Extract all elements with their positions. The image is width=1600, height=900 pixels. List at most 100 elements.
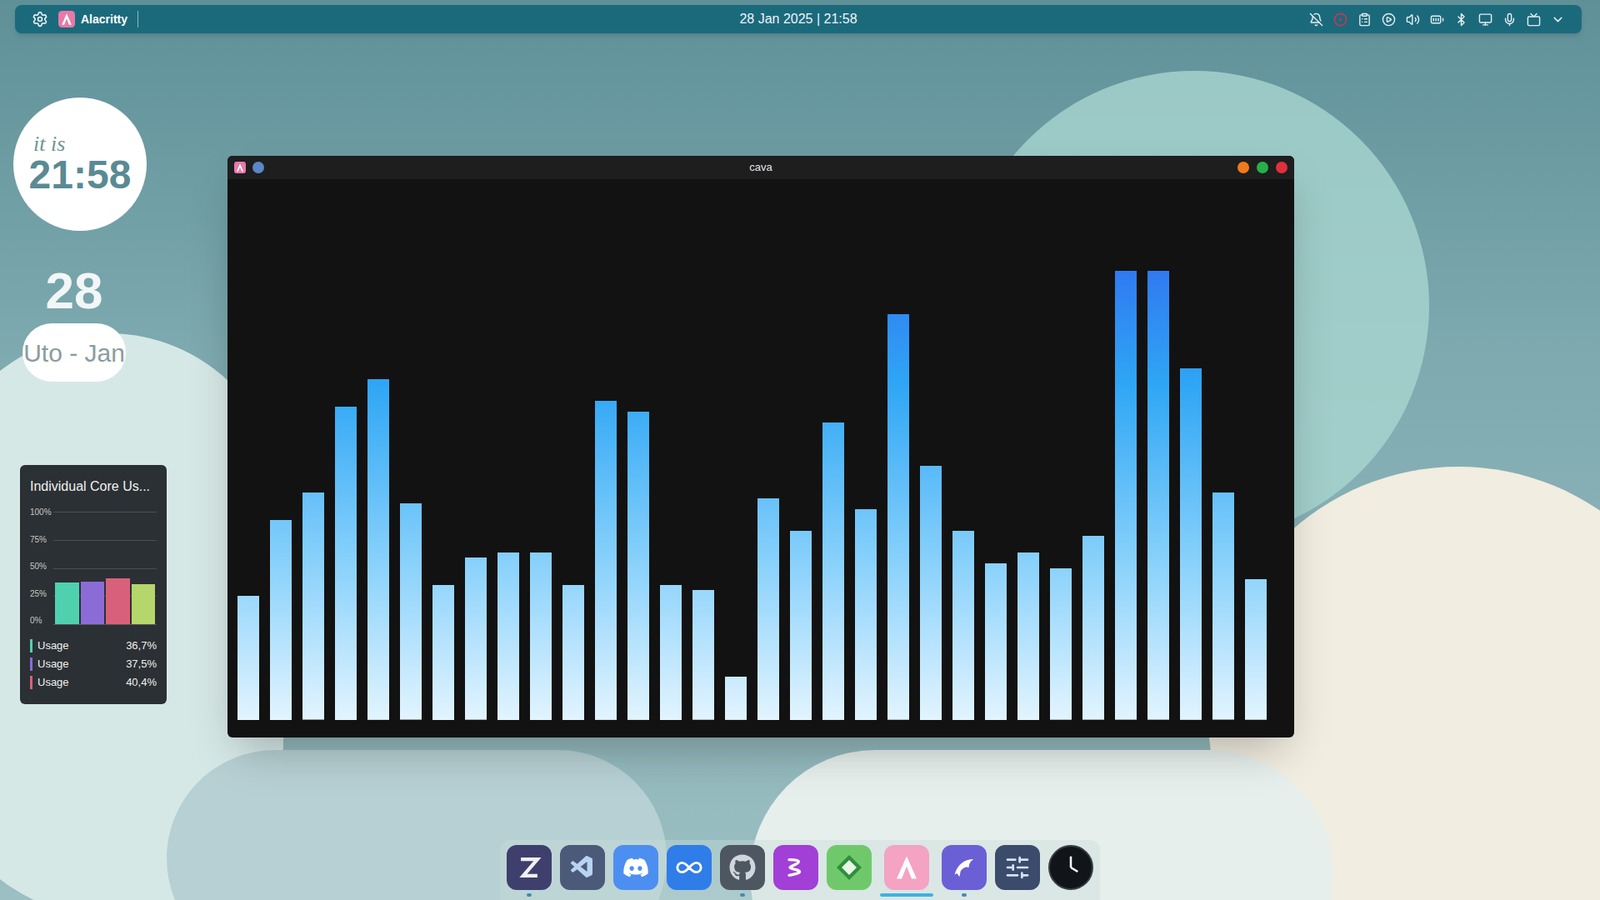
title-bar[interactable]: cava: [227, 155, 1295, 180]
visualizer-bar: [1212, 492, 1235, 720]
visualizer-bar: [790, 530, 812, 720]
core-bar: [105, 578, 130, 625]
notifications-icon[interactable]: [1309, 12, 1324, 27]
clipboard-icon[interactable]: [1357, 12, 1372, 27]
axis-tick: 0%: [30, 616, 54, 625]
datetime[interactable]: 28 Jan 2025 | 21:58: [739, 9, 857, 30]
visualizer-bar: [562, 585, 585, 720]
separator: [137, 10, 139, 28]
visualizer-bar: [432, 585, 455, 720]
dock-item[interactable]: [1048, 845, 1094, 897]
emacs-icon[interactable]: [773, 845, 819, 890]
visualizer-bar: [660, 585, 682, 720]
axis-tick: 25%: [30, 590, 54, 599]
axis-tick: 50%: [30, 562, 54, 571]
battery-icon[interactable]: [1430, 12, 1445, 27]
axis-tick: 100%: [30, 508, 54, 517]
visualizer-bar: [1017, 552, 1040, 720]
pin-icon[interactable]: [252, 161, 265, 174]
running-dot: [961, 893, 967, 897]
active-indicator: [880, 893, 934, 897]
media-icon[interactable]: [1381, 12, 1396, 27]
discord-icon[interactable]: [613, 845, 659, 890]
axis-tick: 75%: [30, 535, 54, 545]
window-title: cava: [749, 159, 772, 176]
visualizer-bar: [530, 552, 552, 720]
running-dot: [740, 893, 745, 897]
vscode-icon[interactable]: [560, 845, 605, 890]
top-bar: Alacritty 28 Jan 2025 | 21:58: [15, 5, 1582, 34]
visualizer-bar: [1050, 568, 1072, 720]
dock-item[interactable]: [506, 845, 552, 897]
visualizer-bar: [757, 498, 780, 720]
minimize-button[interactable]: [1237, 161, 1250, 174]
clock-icon[interactable]: [1048, 845, 1094, 890]
dock-item[interactable]: [826, 845, 872, 897]
core-bar: [55, 582, 80, 625]
settings-icon[interactable]: [31, 10, 49, 28]
visualizer-bar: [985, 563, 1007, 720]
visualizer-bar: [920, 465, 942, 720]
visualizer-bar: [1245, 579, 1267, 720]
dock-item[interactable]: [666, 845, 712, 897]
alacritty-icon: [58, 10, 75, 28]
visualizer-bar: [627, 411, 650, 720]
dock-item[interactable]: [880, 845, 934, 897]
date-pill: Uto - Jan: [22, 323, 126, 382]
display-icon[interactable]: [1478, 12, 1493, 27]
screen-icon[interactable]: [1526, 12, 1541, 27]
core-usage-widget: Individual Core Us... 100% 75% 50% 25% 0% Usag…: [20, 465, 167, 705]
cava-window[interactable]: cava: [227, 155, 1295, 738]
alacritty-dock-icon[interactable]: [884, 845, 930, 890]
zed-icon[interactable]: [506, 845, 552, 890]
visualizer-bar: [237, 595, 260, 720]
vim-icon[interactable]: [826, 845, 872, 890]
dock-item[interactable]: [720, 845, 765, 897]
active-app[interactable]: Alacritty: [58, 10, 128, 29]
microphone-icon[interactable]: [1502, 12, 1517, 27]
core-bar: [131, 584, 156, 625]
running-dot: [526, 893, 532, 897]
visualizer-bar: [400, 503, 422, 720]
volume-icon[interactable]: [1405, 12, 1420, 27]
record-icon[interactable]: [1333, 12, 1348, 27]
maximize-button[interactable]: [1256, 161, 1269, 174]
visualizer-bar: [1147, 270, 1170, 720]
dock: [500, 840, 1100, 900]
dock-item[interactable]: [613, 845, 659, 897]
date-widget: 28Uto - Jan: [22, 265, 126, 382]
visualizer-bar: [367, 379, 390, 720]
close-button[interactable]: [1275, 161, 1288, 174]
dolphin-icon[interactable]: [941, 845, 987, 890]
visualizer-bar: [692, 590, 715, 720]
legend-row: Usage36,7%: [30, 636, 157, 655]
visualizer-bar: [335, 406, 357, 720]
desktop: Alacritty 28 Jan 2025 | 21:58 it is21:58 28…: [0, 0, 1600, 900]
visualizer: [227, 179, 1295, 738]
legend-row: Usage37,5%: [30, 655, 157, 674]
visualizer-bar: [270, 520, 292, 720]
dock-item[interactable]: [773, 845, 819, 897]
visualizer-bar: [465, 557, 487, 720]
core-bar: [80, 581, 105, 625]
visualizer-bar: [595, 400, 617, 720]
clock-widget: it is21:58: [13, 97, 147, 231]
bluetooth-icon[interactable]: [1454, 12, 1469, 27]
alacritty-icon: [234, 161, 246, 174]
dock-item[interactable]: [995, 845, 1040, 897]
core-chart: 100% 75% 50% 25% 0%: [30, 508, 157, 625]
mixer-icon[interactable]: [995, 845, 1040, 890]
visualizer-bar: [822, 422, 845, 720]
chevron-icon[interactable]: [1550, 12, 1565, 27]
github-icon[interactable]: [720, 845, 765, 890]
visualizer-bar: [725, 676, 747, 720]
visualizer-bar: [302, 492, 325, 720]
dock-item[interactable]: [941, 845, 987, 897]
dock-item[interactable]: [560, 845, 605, 897]
arduino-icon[interactable]: [666, 845, 712, 890]
visualizer-bar: [1115, 270, 1137, 720]
visualizer-bar: [497, 552, 520, 720]
widget-title: Individual Core Us...: [30, 476, 157, 497]
visualizer-bar: [887, 314, 910, 720]
visualizer-bar: [1180, 368, 1202, 720]
